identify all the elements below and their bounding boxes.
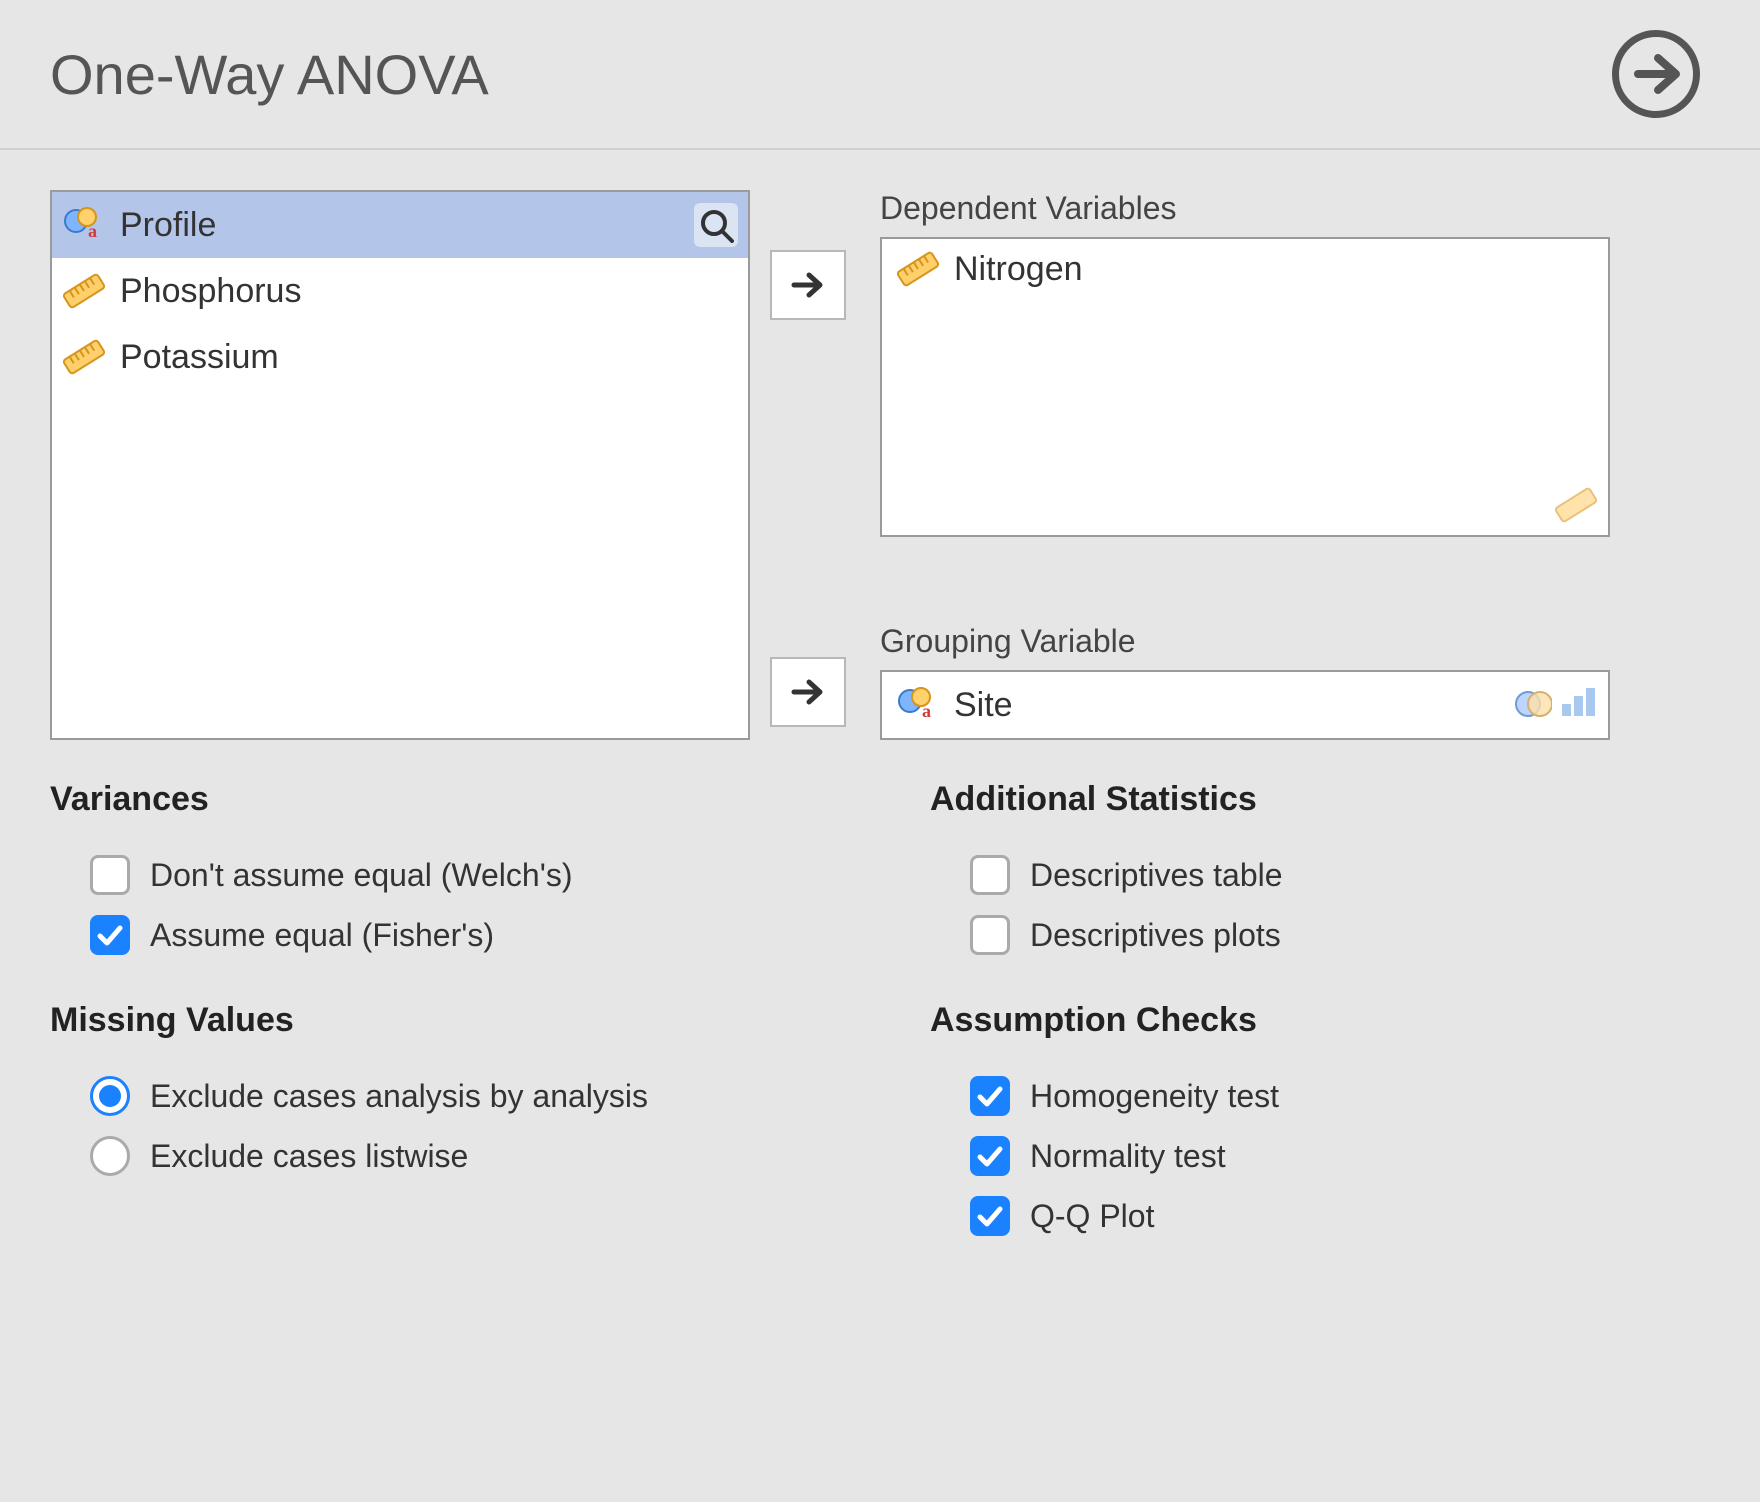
option-label: Homogeneity test (1030, 1078, 1279, 1115)
search-button[interactable] (694, 203, 738, 247)
variable-label: Site (954, 686, 1013, 725)
option-label: Descriptives table (1030, 857, 1283, 894)
normality-option[interactable]: Normality test (930, 1126, 1710, 1186)
desc-table-option[interactable]: Descriptives table (930, 845, 1710, 905)
ruler-icon (62, 269, 106, 313)
variable-item-nitrogen[interactable]: Nitrogen (882, 239, 1608, 299)
venn-icon (1512, 682, 1552, 722)
variances-title: Variances (50, 780, 830, 819)
arrow-right-icon (790, 674, 826, 710)
check-icon (95, 920, 125, 950)
arrow-right-icon (1628, 46, 1684, 102)
dependent-variables-box[interactable]: Nitrogen (880, 237, 1610, 537)
assumption-checks-title: Assumption Checks (930, 1001, 1710, 1040)
exclude-analysis-option[interactable]: Exclude cases analysis by analysis (50, 1066, 830, 1126)
arrow-right-icon (790, 267, 826, 303)
desc-plots-option[interactable]: Descriptives plots (930, 905, 1710, 965)
option-label: Descriptives plots (1030, 917, 1281, 954)
option-label: Exclude cases analysis by analysis (150, 1078, 648, 1115)
check-icon (975, 1201, 1005, 1231)
variable-label: Profile (120, 206, 216, 245)
check-icon (975, 1081, 1005, 1111)
search-icon (698, 207, 734, 243)
missing-values-group: Missing Values Exclude cases analysis by… (50, 1001, 830, 1186)
variable-item-potassium[interactable]: Potassium (52, 324, 748, 390)
option-label: Exclude cases listwise (150, 1138, 468, 1175)
variable-item-site[interactable]: Site (882, 675, 1027, 735)
welch-option[interactable]: Don't assume equal (Welch's) (50, 845, 830, 905)
variable-item-profile[interactable]: Profile (52, 192, 748, 258)
option-label: Assume equal (Fisher's) (150, 917, 494, 954)
welch-checkbox[interactable] (90, 855, 130, 895)
grouping-variable-label: Grouping Variable (880, 623, 1610, 660)
nominal-icon (62, 203, 106, 247)
variable-label: Potassium (120, 338, 279, 377)
variable-supply-list[interactable]: Profile Phosphorus Potassium (50, 190, 750, 740)
page-title: One-Way ANOVA (50, 42, 489, 107)
option-label: Q-Q Plot (1030, 1198, 1154, 1235)
bars-icon (1558, 682, 1598, 722)
fisher-option[interactable]: Assume equal (Fisher's) (50, 905, 830, 965)
move-to-grouping-button[interactable] (770, 657, 846, 727)
variable-item-phosphorus[interactable]: Phosphorus (52, 258, 748, 324)
ruler-icon (896, 247, 940, 291)
missing-values-title: Missing Values (50, 1001, 830, 1040)
grouping-variable-box[interactable]: Site (880, 670, 1610, 740)
move-to-dependent-button[interactable] (770, 250, 846, 320)
normality-checkbox[interactable] (970, 1136, 1010, 1176)
qqplot-checkbox[interactable] (970, 1196, 1010, 1236)
fisher-checkbox[interactable] (90, 915, 130, 955)
exclude-analysis-radio[interactable] (90, 1076, 130, 1116)
nominal-icon (896, 683, 940, 727)
ruler-icon (1554, 483, 1598, 527)
ruler-icon (62, 335, 106, 379)
option-label: Normality test (1030, 1138, 1226, 1175)
header: One-Way ANOVA (0, 0, 1760, 150)
exclude-listwise-option[interactable]: Exclude cases listwise (50, 1126, 830, 1186)
qqplot-option[interactable]: Q-Q Plot (930, 1186, 1710, 1246)
run-button[interactable] (1612, 30, 1700, 118)
additional-statistics-title: Additional Statistics (930, 780, 1710, 819)
accepts-indicator (1512, 682, 1598, 722)
variable-label: Phosphorus (120, 272, 301, 311)
additional-statistics-group: Additional Statistics Descriptives table… (930, 780, 1710, 965)
accepts-indicator (1554, 483, 1598, 527)
exclude-listwise-radio[interactable] (90, 1136, 130, 1176)
desc-table-checkbox[interactable] (970, 855, 1010, 895)
homogeneity-checkbox[interactable] (970, 1076, 1010, 1116)
option-label: Don't assume equal (Welch's) (150, 857, 572, 894)
variable-label: Nitrogen (954, 250, 1083, 289)
desc-plots-checkbox[interactable] (970, 915, 1010, 955)
assumption-checks-group: Assumption Checks Homogeneity test Norma… (930, 1001, 1710, 1246)
check-icon (975, 1141, 1005, 1171)
variances-group: Variances Don't assume equal (Welch's) A… (50, 780, 830, 965)
dependent-variables-label: Dependent Variables (880, 190, 1610, 227)
homogeneity-option[interactable]: Homogeneity test (930, 1066, 1710, 1126)
